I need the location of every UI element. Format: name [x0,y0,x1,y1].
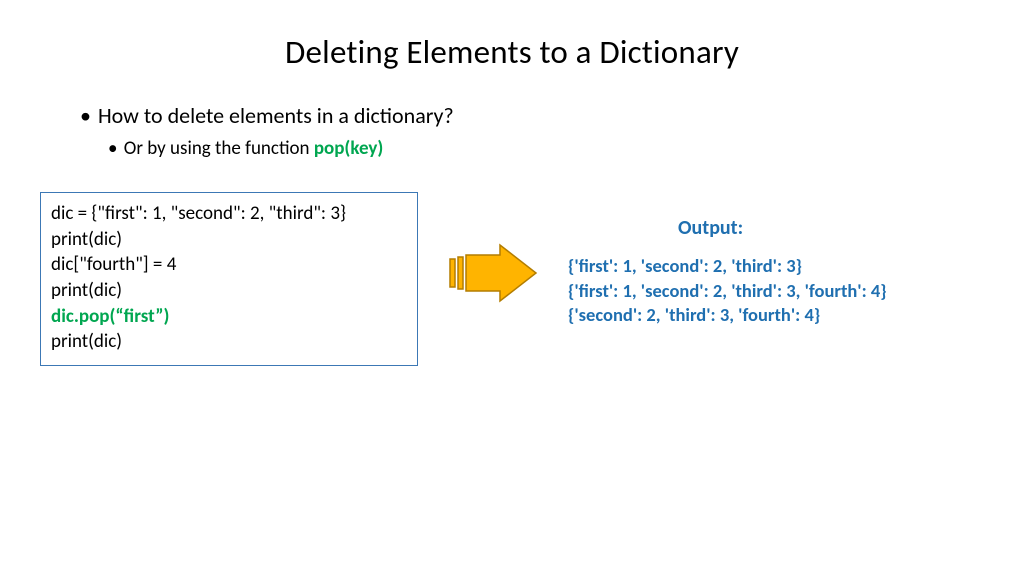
code-box: dic = {"first": 1, "second": 2, "third":… [40,192,418,366]
output-line-2: {'first': 1, 'second': 2, 'third': 3, 'f… [568,279,1004,303]
code-line-2: print(dic) [51,227,407,253]
bullet-main: How to delete elements in a dictionary? [80,102,1024,129]
bullet-list: How to delete elements in a dictionary? … [0,72,1024,160]
bullet-sub-prefix: Or by using the function [124,137,314,160]
slide-title: Deleting Elements to a Dictionary [0,0,1024,72]
output-label: Output: [568,216,1004,240]
output-line-3: {'second': 2, 'third': 3, 'fourth': 4} [568,303,1004,327]
bullet-sub: Or by using the function pop(key) [108,137,1024,160]
code-line-6: print(dic) [51,329,407,355]
arrow-icon [418,243,568,303]
output-block: Output: {'first': 1, 'second': 2, 'third… [568,216,1004,327]
pop-function: pop(key) [314,137,383,160]
code-line-4: print(dic) [51,278,407,304]
code-line-1: dic = {"first": 1, "second": 2, "third":… [51,201,407,227]
code-line-5-pop: dic.pop(“first”) [51,304,407,330]
code-line-3: dic["fourth"] = 4 [51,252,407,278]
output-line-1: {'first': 1, 'second': 2, 'third': 3} [568,254,1004,278]
